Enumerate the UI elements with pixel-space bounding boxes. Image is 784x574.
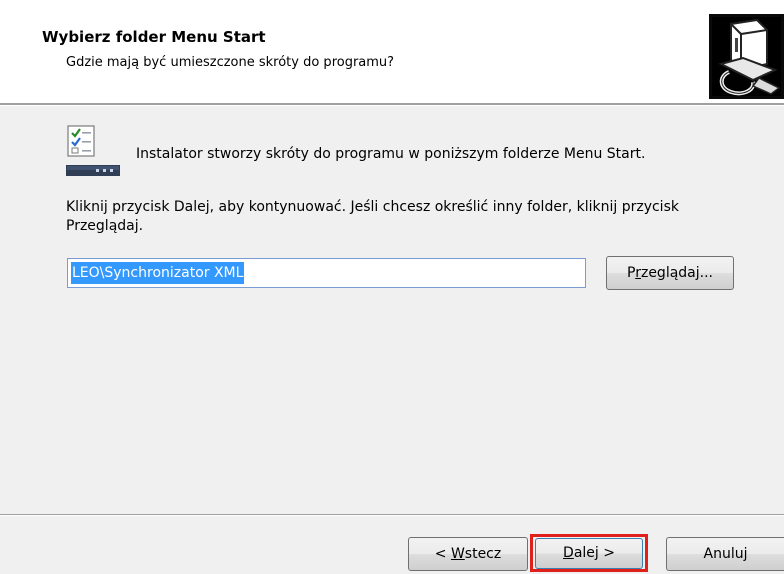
folder-input-value: LEO\Synchronizator XML xyxy=(71,262,245,284)
start-menu-checklist-icon xyxy=(66,125,120,176)
instructions-text: Kliknij przycisk Dalej, aby kontynuować.… xyxy=(66,199,679,234)
next-button[interactable]: Dalej > xyxy=(535,538,643,569)
header-divider xyxy=(0,103,784,106)
browse-label-part: P xyxy=(627,265,636,281)
computer-box-icon xyxy=(709,14,784,99)
back-button[interactable]: < Wstecz xyxy=(408,537,528,571)
footer-divider xyxy=(0,514,784,516)
installer-window: Wybierz folder Menu Start Gdzie mają być… xyxy=(0,0,784,574)
browse-label-rest: zeglądaj... xyxy=(640,265,713,281)
browse-button[interactable]: Przeglądaj... xyxy=(606,256,734,290)
page-subtitle: Gdzie mają być umieszczone skróty do pro… xyxy=(66,55,395,70)
cancel-button[interactable]: Anuluj xyxy=(666,537,784,571)
page-title: Wybierz folder Menu Start xyxy=(42,28,266,46)
back-label-rest: stecz xyxy=(464,546,502,562)
next-label-accesskey: D xyxy=(563,545,574,561)
back-label-accesskey: W xyxy=(450,546,465,562)
wizard-header: Wybierz folder Menu Start Gdzie mają być… xyxy=(0,0,784,103)
start-menu-folder-input[interactable]: LEO\Synchronizator XML xyxy=(67,258,586,288)
back-label-prefix: < xyxy=(434,546,451,562)
next-label-rest: alej > xyxy=(573,545,615,561)
intro-text: Instalator stworzy skróty do programu w … xyxy=(136,146,646,162)
next-button-highlight: Dalej > xyxy=(530,534,648,572)
